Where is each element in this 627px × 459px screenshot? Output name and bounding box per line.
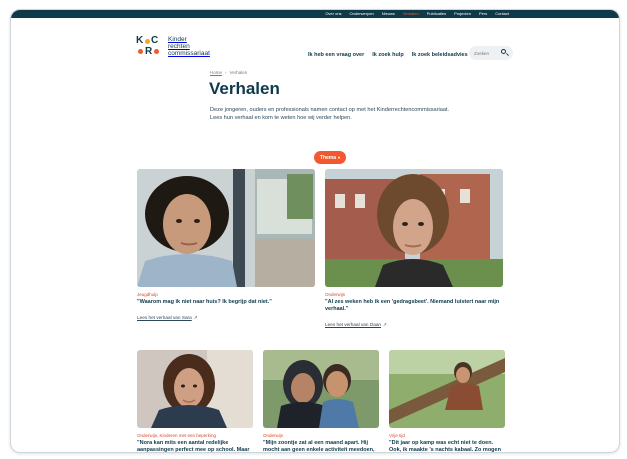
breadcrumb-current: Verhalen xyxy=(229,70,248,75)
topnav-onderwerpen[interactable]: Onderwerpen xyxy=(350,10,374,18)
story-quote: "Nora kan mits een aantal redelijke aanp… xyxy=(137,440,250,453)
topnav-contact[interactable]: Contact xyxy=(495,10,509,18)
mainnav-hulp[interactable]: Ik zoek hulp xyxy=(372,52,403,58)
topnav-verhalen[interactable]: Verhalen xyxy=(403,10,419,18)
logo-mark-icon: K C R xyxy=(136,35,159,57)
story-card: Onderwijs "Al zes weken heb ik een 'gedr… xyxy=(325,169,503,331)
story-tag: Onderwijs xyxy=(263,433,284,438)
story-read-more-link[interactable]: Lees het verhaal van Daan ↗ xyxy=(325,322,387,328)
mainnav-beleidsadvies[interactable]: Ik zoek beleidsadvies xyxy=(412,52,468,58)
story-quote: "Mijn zoontje zat al een maand apart. Hi… xyxy=(263,440,375,453)
mainnav-vraag[interactable]: Ik heb een vraag over xyxy=(308,52,364,58)
breadcrumb-home[interactable]: Home xyxy=(210,70,222,75)
theme-filter-label: Thema xyxy=(319,154,337,161)
story-photo[interactable] xyxy=(137,350,253,428)
story-read-more-link[interactable]: Lees het verhaal van Sara ↗ xyxy=(137,315,198,321)
topnav-over-ons[interactable]: Over ons xyxy=(325,10,341,18)
chevron-down-icon: ▾ xyxy=(338,155,341,160)
story-tag: Vrije tijd xyxy=(389,433,405,438)
page-title: Verhalen xyxy=(209,79,280,98)
story-photo[interactable] xyxy=(389,350,505,428)
story-card: Vrije tijd "Dit jaar op kamp was echt ni… xyxy=(389,350,505,453)
arrow-right-icon: ↗ xyxy=(383,322,387,327)
page-intro: Deze jongeren, ouders en professionals n… xyxy=(210,107,450,121)
search-icon[interactable] xyxy=(501,49,506,54)
story-photo[interactable] xyxy=(263,350,379,428)
story-tag: Jeugdhulp xyxy=(137,292,158,297)
story-quote: "Waarom mag ik niet naar huis? Ik begrij… xyxy=(137,299,272,305)
topnav-nieuws[interactable]: Nieuws xyxy=(382,10,395,18)
browser-page: Over ons Onderwerpen Nieuws Verhalen Pub… xyxy=(10,9,620,453)
top-utility-bar: Over ons Onderwerpen Nieuws Verhalen Pub… xyxy=(11,10,619,18)
arrow-right-icon: ↗ xyxy=(193,315,198,320)
breadcrumb-separator: › xyxy=(225,70,227,75)
story-photo[interactable] xyxy=(137,169,315,287)
story-tag: Onderwijs xyxy=(325,292,346,297)
breadcrumb: Home › Verhalen xyxy=(210,70,247,75)
search-box xyxy=(469,46,513,60)
story-card: Onderwijs, Kinderen met een beperking "N… xyxy=(137,350,253,453)
main-navigation: Ik heb een vraag over Ik zoek hulp Ik zo… xyxy=(308,52,468,58)
site-header: K C R Kinder rechten commissariaat Ik he… xyxy=(11,18,619,66)
topnav-projecten[interactable]: Projecten xyxy=(454,10,471,18)
story-card: Onderwijs "Mijn zoontje zat al een maand… xyxy=(263,350,379,453)
story-tag: Onderwijs, Kinderen met een beperking xyxy=(137,433,217,438)
story-quote: "Al zes weken heb ik een 'gedragsbeet'. … xyxy=(325,299,500,312)
story-card: Jeugdhulp "Waarom mag ik niet naar huis?… xyxy=(137,169,315,324)
search-input[interactable] xyxy=(474,50,498,56)
story-photo[interactable] xyxy=(325,169,503,287)
topnav-pers[interactable]: Pers xyxy=(479,10,487,18)
logo-wordmark: Kinder rechten commissariaat xyxy=(168,36,210,57)
story-quote: "Dit jaar op kamp was echt niet te doen.… xyxy=(389,440,501,453)
theme-filter-button[interactable]: Thema ▾ xyxy=(314,151,346,164)
site-logo[interactable]: K C R Kinder rechten commissariaat xyxy=(136,36,210,58)
topnav-publicaties[interactable]: Publicaties xyxy=(427,10,446,18)
